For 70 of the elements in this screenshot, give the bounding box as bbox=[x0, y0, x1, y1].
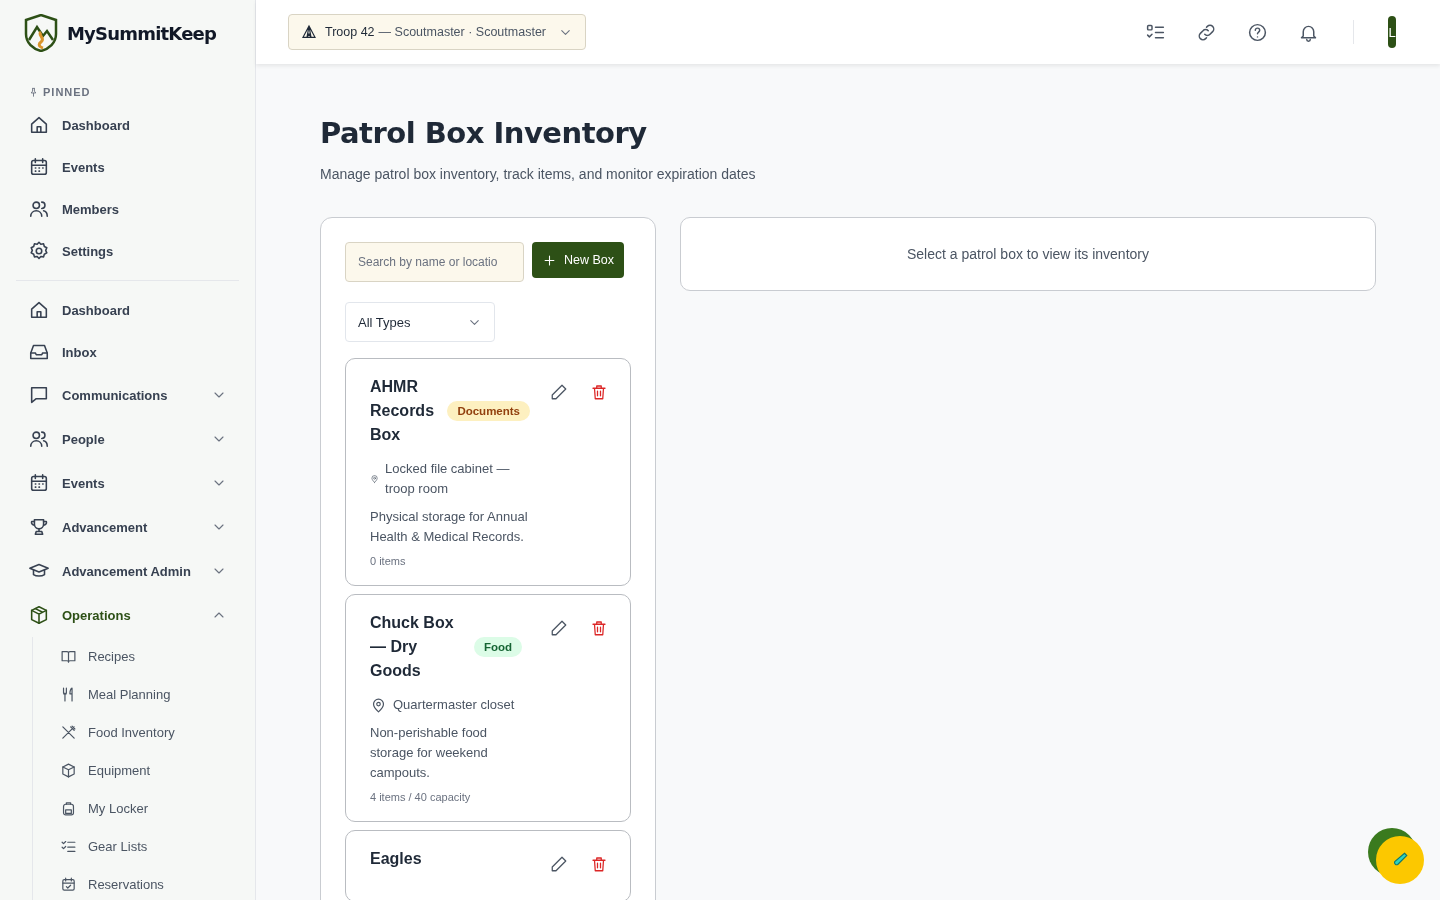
item-count: 0 items bbox=[370, 555, 407, 567]
box-description: Physical storage for Annual Health & Medical Records. bbox=[370, 508, 529, 546]
box-name: AHMR Records Box bbox=[370, 377, 436, 445]
nav-item[interactable]: Operations bbox=[24, 593, 231, 637]
sub-nav-item[interactable]: Reservations bbox=[60, 865, 231, 900]
plus-icon bbox=[542, 252, 557, 268]
sub-nav-item[interactable]: My Locker bbox=[60, 789, 231, 827]
pinned-nav-item[interactable]: Dashboard bbox=[24, 104, 231, 146]
type-tag: Documents bbox=[447, 401, 530, 421]
pinned-nav-item[interactable]: Events bbox=[24, 146, 231, 188]
nav-item[interactable]: Advancement bbox=[24, 505, 231, 549]
new-box-button[interactable]: New Box bbox=[532, 242, 625, 278]
type-filter-dropdown[interactable]: All Types bbox=[345, 302, 495, 342]
location-text: Quartermaster closet bbox=[393, 696, 515, 714]
page-subtitle: Manage patrol box inventory, track items, and monitor expiration dates bbox=[320, 166, 757, 182]
box-card[interactable]: Chuck Box — Dry Goods Food Quartermaster closet Non-perishable food storage for weekend campouts. 4 items / 40 capacity bbox=[345, 594, 631, 822]
home-icon bbox=[28, 299, 50, 321]
sub-nav-item[interactable]: Recipes bbox=[60, 637, 231, 675]
calendar-icon bbox=[28, 472, 50, 494]
trophy-icon bbox=[28, 516, 50, 538]
calendar-check-icon bbox=[60, 875, 77, 893]
trash-icon[interactable] bbox=[590, 619, 608, 637]
search-field[interactable]: Search by name or locatio bbox=[345, 242, 524, 282]
section-label: PINNED bbox=[43, 86, 91, 98]
sub-nav-item[interactable]: Equipment bbox=[60, 751, 231, 789]
crossed-utensils-icon bbox=[60, 723, 77, 741]
pencil-icon[interactable] bbox=[550, 383, 568, 401]
sub-nav-item[interactable]: Gear Lists bbox=[60, 827, 231, 865]
calendar-icon bbox=[28, 156, 50, 178]
pencil-icon[interactable] bbox=[550, 619, 568, 637]
package-icon bbox=[28, 604, 50, 626]
people-icon bbox=[28, 198, 50, 220]
chat-icon bbox=[28, 384, 50, 406]
trash-icon[interactable] bbox=[590, 383, 608, 401]
pencil-icon[interactable] bbox=[550, 855, 568, 873]
trash-icon[interactable] bbox=[590, 855, 608, 873]
sub-nav-item[interactable]: Meal Planning bbox=[60, 675, 231, 713]
nav-item[interactable]: Communications bbox=[24, 373, 231, 417]
nav-item[interactable]: Events bbox=[24, 461, 231, 505]
backpack-icon bbox=[60, 799, 77, 817]
box-name: Eagles bbox=[370, 849, 423, 869]
type-tag: Food bbox=[474, 637, 523, 657]
item-count: 4 items / 40 capacity bbox=[370, 791, 472, 803]
location-pin-icon bbox=[370, 696, 387, 714]
location-text: Locked file cabinet — troop room bbox=[385, 460, 511, 498]
page-title: Patrol Box Inventory bbox=[320, 116, 648, 150]
pin-icon bbox=[28, 86, 39, 98]
box-name: Chuck Box — Dry Goods bbox=[370, 613, 455, 681]
box-description: Non-perishable food storage for weekend campouts. bbox=[370, 724, 489, 782]
people-icon bbox=[28, 428, 50, 450]
box-card[interactable]: AHMR Records Box Documents Locked file cabinet — troop room Physical storage for Annual Health & Medical Records. 0 items bbox=[345, 358, 631, 586]
tent-icon bbox=[301, 24, 317, 40]
empty-message: Select a patrol box to view its inventory bbox=[907, 246, 1149, 262]
pinned-nav-item[interactable]: Members bbox=[24, 188, 231, 230]
package-icon bbox=[60, 761, 77, 779]
nav-item[interactable]: Dashboard bbox=[24, 289, 231, 331]
box-card[interactable]: Eagles bbox=[345, 830, 631, 900]
pinned-nav-item[interactable]: Settings bbox=[24, 230, 231, 272]
home-icon bbox=[28, 114, 50, 136]
settings-icon bbox=[28, 240, 50, 262]
context-switcher[interactable]: Troop 42 — Scoutmaster · Scoutmaster bbox=[288, 14, 586, 50]
user-avatar[interactable]: L bbox=[1388, 16, 1396, 48]
nav-item[interactable]: People bbox=[24, 417, 231, 461]
location-pin-icon bbox=[370, 473, 380, 485]
nav-item[interactable]: Advancement Admin bbox=[24, 549, 231, 593]
brand-name: MySummitKeep bbox=[67, 22, 217, 44]
nav-item[interactable]: Inbox bbox=[24, 331, 231, 373]
help-icon[interactable] bbox=[1247, 21, 1268, 43]
logo-icon bbox=[24, 14, 58, 52]
sub-nav-item[interactable]: Food Inventory bbox=[60, 713, 231, 751]
